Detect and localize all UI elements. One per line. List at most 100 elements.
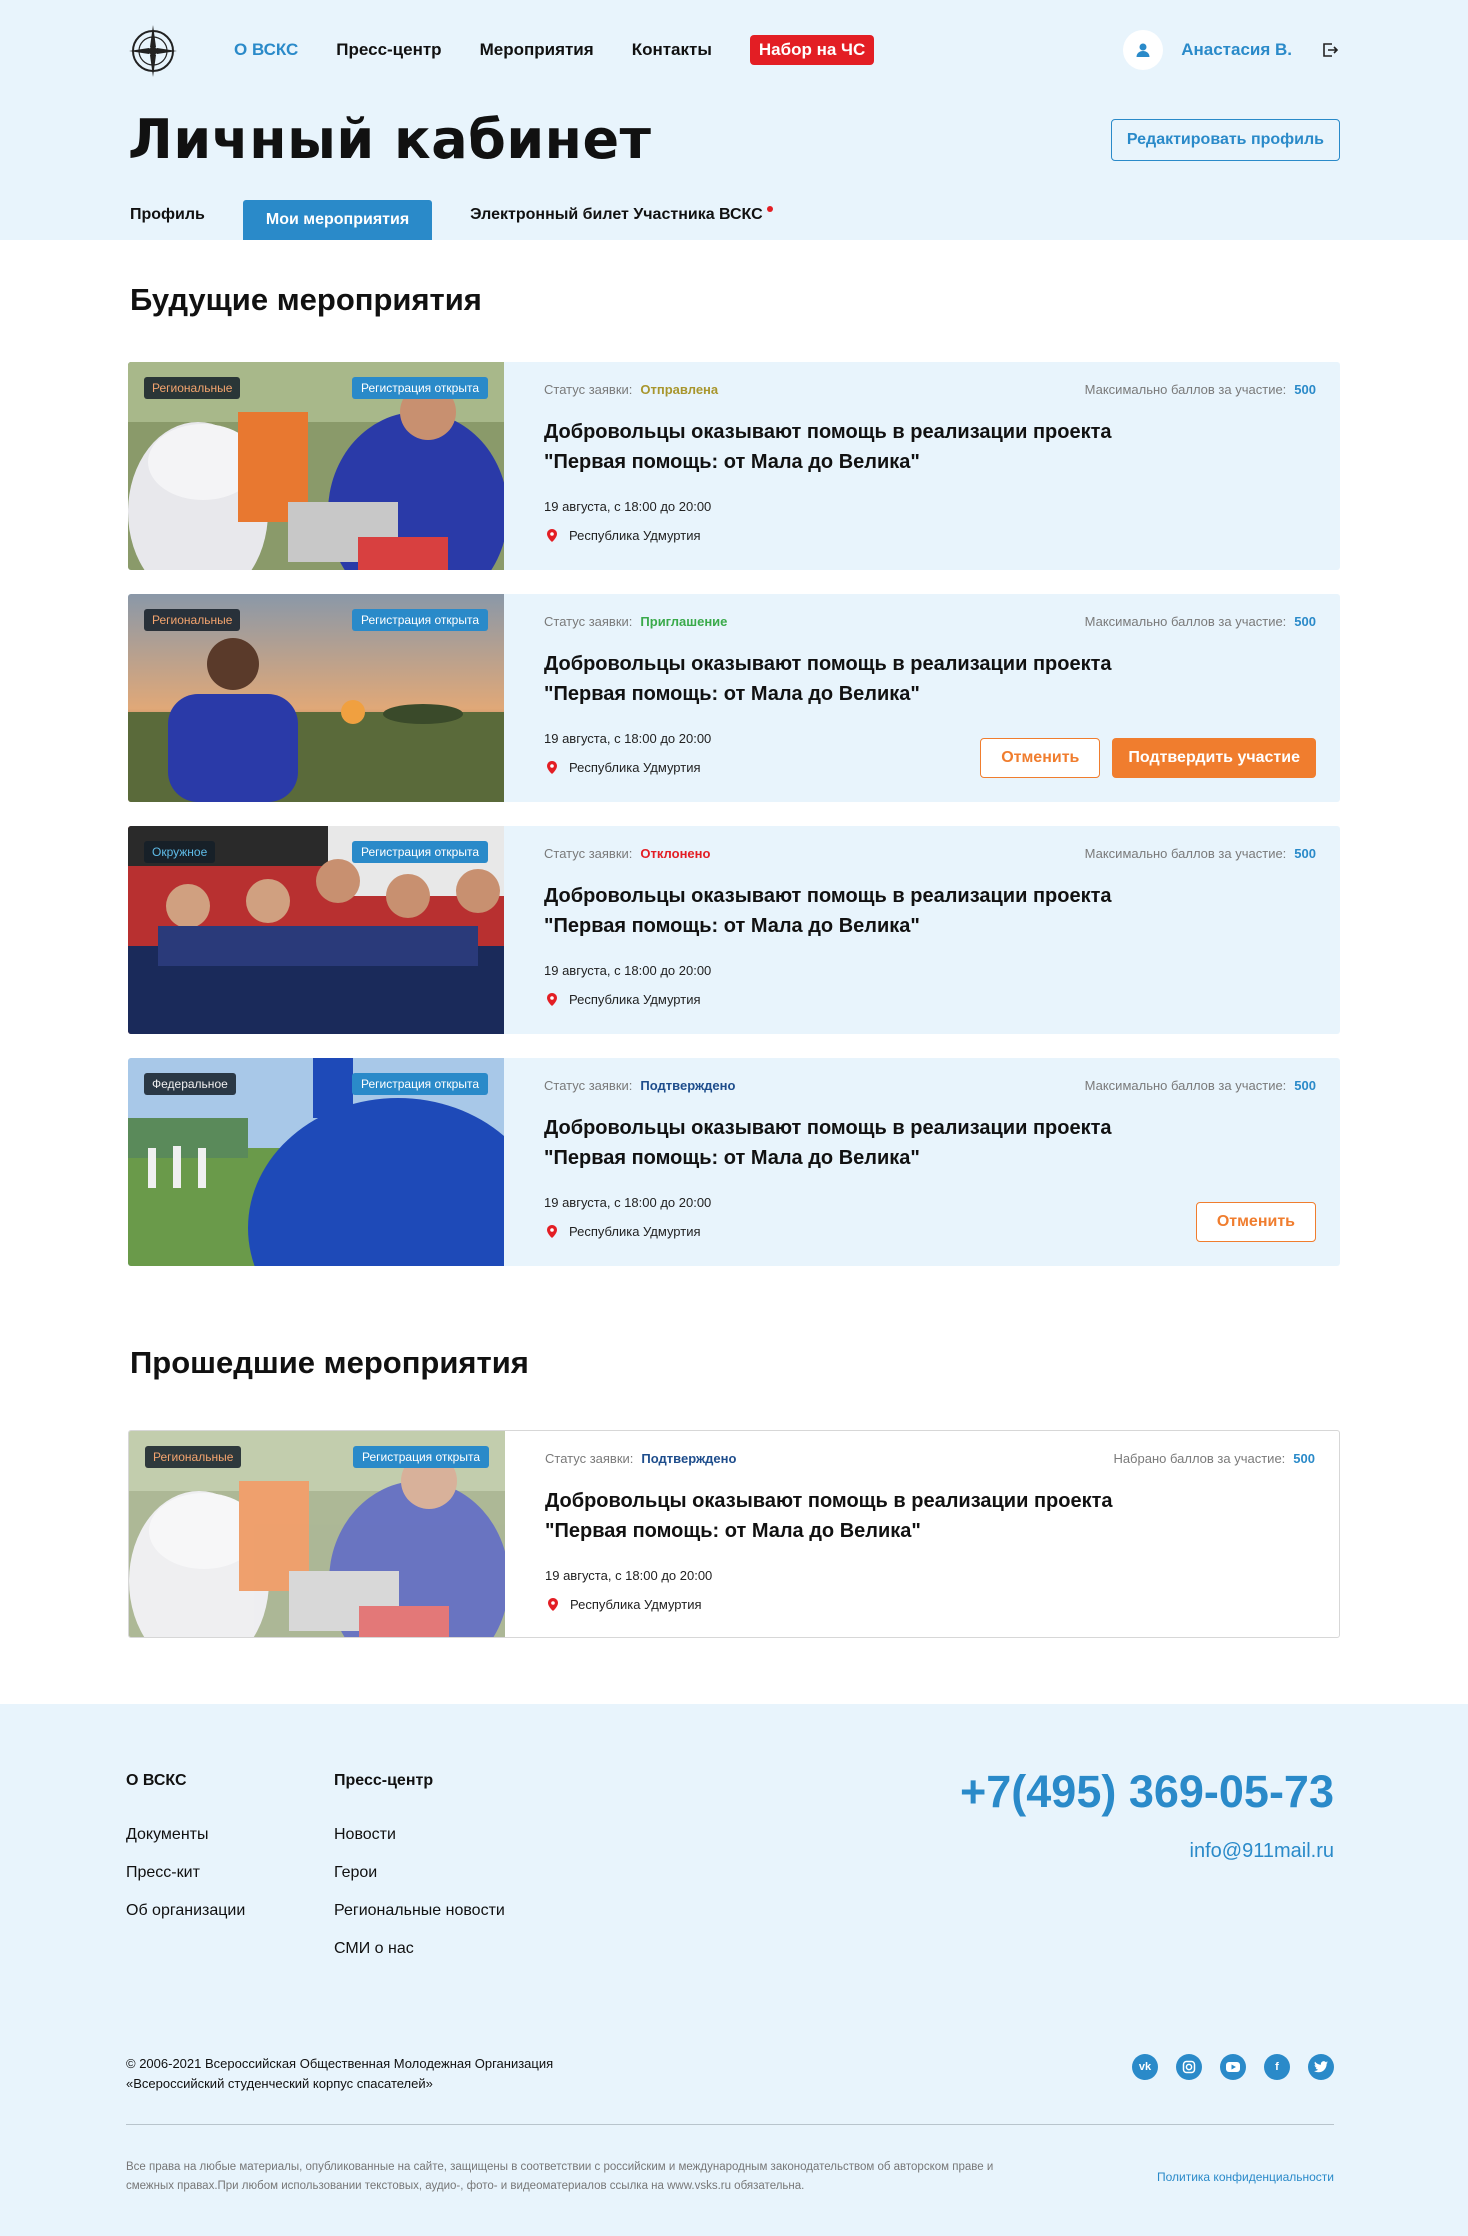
- vk-icon[interactable]: vk: [1132, 2054, 1158, 2080]
- youtube-icon[interactable]: [1220, 2054, 1246, 2080]
- nav-about[interactable]: О ВСКС: [234, 40, 298, 60]
- points-value: 500: [1293, 1451, 1315, 1466]
- location-text: Республика Удмуртия: [569, 992, 701, 1007]
- event-info: Статус заявки: Приглашение Максимально ба…: [504, 594, 1340, 802]
- status-value: Отклонено: [640, 846, 711, 861]
- title-row: Личный кабинет Редактировать профиль: [128, 108, 1340, 171]
- status-label: Статус заявки:: [544, 614, 633, 629]
- event-info: Статус заявки: Отклонено Максимально балл…: [504, 826, 1340, 1034]
- footer-legal: Все права на любые материалы, опубликова…: [126, 2158, 1066, 2196]
- nav-events[interactable]: Мероприятия: [480, 40, 594, 60]
- status-value: Отправлена: [640, 382, 719, 397]
- points-label: Набрано баллов за участие:: [1113, 1451, 1286, 1466]
- copyright-line: «Всероссийский студенческий корпус спаса…: [126, 2076, 433, 2091]
- event-card[interactable]: Региональные Регистрация открыта Статус …: [128, 362, 1340, 570]
- status-label: Статус заявки:: [544, 1078, 633, 1093]
- event-photo: Региональные Регистрация открыта: [129, 1431, 509, 1637]
- points-value: 500: [1294, 614, 1316, 629]
- event-card[interactable]: Окружное Регистрация открыта Статус заяв…: [128, 826, 1340, 1034]
- location-text: Республика Удмуртия: [569, 1224, 701, 1239]
- event-title[interactable]: Добровольцы оказывают помощь в реализаци…: [544, 881, 1144, 941]
- location-pin-icon: [547, 993, 557, 1006]
- scope-badge: Федеральное: [144, 1073, 236, 1095]
- tab-profile[interactable]: Профиль: [128, 200, 205, 240]
- header-area: О ВСКС Пресс-центр Мероприятия Контакты …: [0, 0, 1468, 240]
- footer-email[interactable]: info@911mail.ru: [1190, 1840, 1334, 1863]
- application-status: Статус заявки: Подтверждено: [544, 1078, 735, 1093]
- main-nav: О ВСКС Пресс-центр Мероприятия Контакты …: [234, 35, 875, 65]
- event-location: Республика Удмуртия: [545, 1597, 1315, 1612]
- status-label: Статус заявки:: [545, 1451, 634, 1466]
- nav-nabor-button[interactable]: Набор на ЧС: [749, 35, 875, 65]
- event-title[interactable]: Добровольцы оказывают помощь в реализаци…: [544, 649, 1144, 709]
- nav-press-center[interactable]: Пресс-центр: [336, 40, 441, 60]
- points-label: Максимально баллов за участие:: [1084, 614, 1287, 629]
- footer-divider: [126, 2124, 1334, 2125]
- event-card[interactable]: Федеральное Регистрация открыта Статус з…: [128, 1058, 1340, 1266]
- event-title[interactable]: Добровольцы оказывают помощь в реализаци…: [544, 417, 1144, 477]
- footer-link-heroes[interactable]: Герои: [334, 1864, 505, 1882]
- location-pin-icon: [547, 529, 557, 542]
- copyright-line: © 2006-2021 Всероссийская Общественная М…: [126, 2056, 554, 2071]
- event-info: Статус заявки: Отправлена Максимально бал…: [504, 362, 1340, 570]
- instagram-icon[interactable]: [1176, 2054, 1202, 2080]
- status-label: Статус заявки:: [544, 382, 633, 397]
- cancel-button[interactable]: Отменить: [980, 738, 1101, 778]
- vsks-logo[interactable]: [128, 20, 178, 80]
- event-card[interactable]: Региональные Регистрация открыта Статус …: [128, 594, 1340, 802]
- footer-col-title[interactable]: О ВСКС: [126, 1772, 245, 1790]
- future-events-title: Будущие мероприятия: [130, 282, 482, 317]
- tab-e-ticket[interactable]: Электронный билет Участника ВСКС: [470, 200, 773, 240]
- points-info: Набрано баллов за участие: 500: [1113, 1451, 1315, 1466]
- event-location: Республика Удмуртия: [544, 528, 1316, 543]
- logout-icon[interactable]: [1320, 40, 1340, 60]
- footer-copyright: © 2006-2021 Всероссийская Общественная М…: [126, 2054, 553, 2094]
- event-title[interactable]: Добровольцы оказывают помощь в реализаци…: [544, 1113, 1144, 1173]
- registration-badge: Регистрация открыта: [352, 377, 488, 399]
- user-name[interactable]: Анастасия В.: [1181, 40, 1292, 60]
- cancel-button[interactable]: Отменить: [1195, 1202, 1316, 1242]
- application-status: Статус заявки: Приглашение: [544, 614, 727, 629]
- footer-link-media[interactable]: СМИ о нас: [334, 1940, 505, 1958]
- registration-badge: Регистрация открыта: [353, 1446, 489, 1468]
- location-pin-icon: [547, 1225, 557, 1238]
- facebook-icon[interactable]: f: [1264, 2054, 1290, 2080]
- points-label: Максимально баллов за участие:: [1084, 382, 1287, 397]
- status-label: Статус заявки:: [544, 846, 633, 861]
- footer-phone[interactable]: +7(495) 369-05-73: [960, 1766, 1334, 1818]
- card-actions: Отменить: [1195, 1202, 1316, 1242]
- points-info: Максимально баллов за участие: 500: [1085, 846, 1316, 861]
- footer-link-documents[interactable]: Документы: [126, 1826, 245, 1844]
- footer-col-title[interactable]: Пресс-центр: [334, 1772, 505, 1790]
- event-title[interactable]: Добровольцы оказывают помощь в реализаци…: [545, 1486, 1145, 1546]
- footer-link-press-kit[interactable]: Пресс-кит: [126, 1864, 245, 1882]
- application-status: Статус заявки: Подтверждено: [545, 1451, 736, 1466]
- main-content: Будущие мероприятия Региональные Регистр…: [0, 240, 1468, 1638]
- footer-link-news[interactable]: Новости: [334, 1826, 505, 1844]
- scope-badge: Региональные: [144, 609, 241, 631]
- edit-profile-button[interactable]: Редактировать профиль: [1110, 118, 1340, 161]
- privacy-policy-link[interactable]: Политика конфиденциальности: [1157, 2170, 1334, 2184]
- location-text: Республика Удмуртия: [569, 528, 701, 543]
- site-header: О ВСКС Пресс-центр Мероприятия Контакты …: [128, 20, 1340, 80]
- nav-contacts[interactable]: Контакты: [632, 40, 712, 60]
- profile-tabs: Профиль Мои мероприятия Электронный биле…: [128, 200, 801, 240]
- status-value: Приглашение: [640, 614, 728, 629]
- event-location: Республика Удмуртия: [544, 992, 1316, 1007]
- legal-line: смежных правах.При любом использовании т…: [126, 2180, 805, 2192]
- tab-my-events[interactable]: Мои мероприятия: [242, 200, 433, 240]
- points-info: Максимально баллов за участие: 500: [1085, 382, 1316, 397]
- status-value: Подтверждено: [640, 1078, 736, 1093]
- event-info: Статус заявки: Подтверждено Набрано балло…: [505, 1431, 1339, 1637]
- footer-link-organization[interactable]: Об организации: [126, 1902, 245, 1920]
- user-menu: Анастасия В.: [1123, 30, 1340, 70]
- event-card[interactable]: Региональные Регистрация открыта Статус …: [128, 1430, 1340, 1638]
- tab-e-ticket-label: Электронный билет Участника ВСКС: [470, 206, 763, 223]
- registration-badge: Регистрация открыта: [352, 1073, 488, 1095]
- footer-link-regional-news[interactable]: Региональные новости: [334, 1902, 505, 1920]
- confirm-participation-button[interactable]: Подтвердить участие: [1112, 738, 1316, 778]
- user-avatar-icon[interactable]: [1123, 30, 1164, 70]
- location-text: Республика Удмуртия: [570, 1597, 702, 1612]
- twitter-icon[interactable]: [1308, 2054, 1334, 2080]
- notification-dot: [766, 206, 773, 212]
